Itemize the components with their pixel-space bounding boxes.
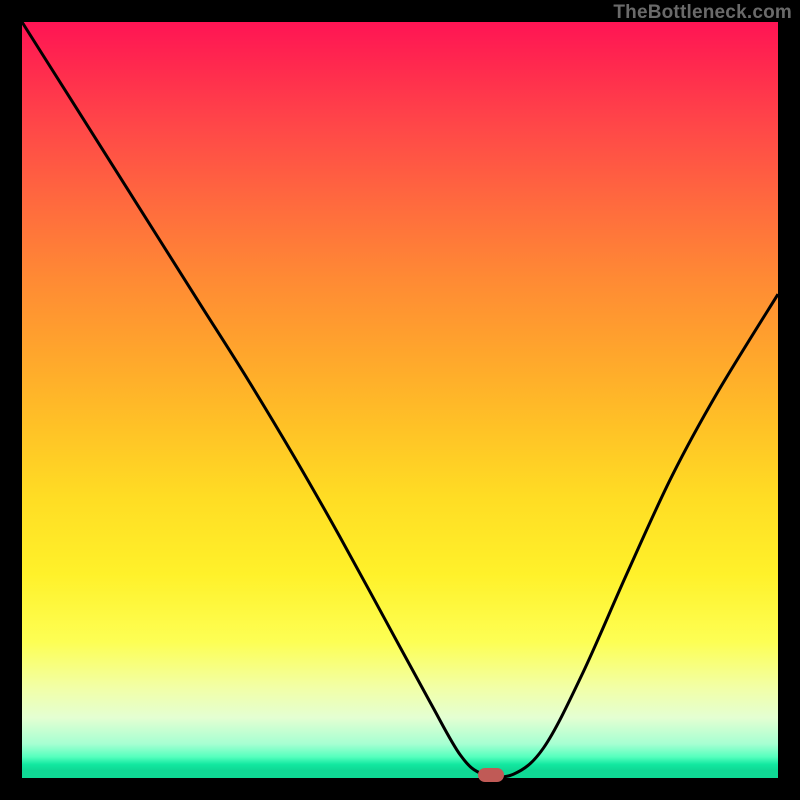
watermark-text: TheBottleneck.com: [613, 2, 792, 24]
curve-path: [22, 22, 778, 777]
chart-frame: TheBottleneck.com: [0, 0, 800, 800]
minimum-marker: [478, 768, 504, 782]
bottleneck-curve: [22, 22, 778, 778]
